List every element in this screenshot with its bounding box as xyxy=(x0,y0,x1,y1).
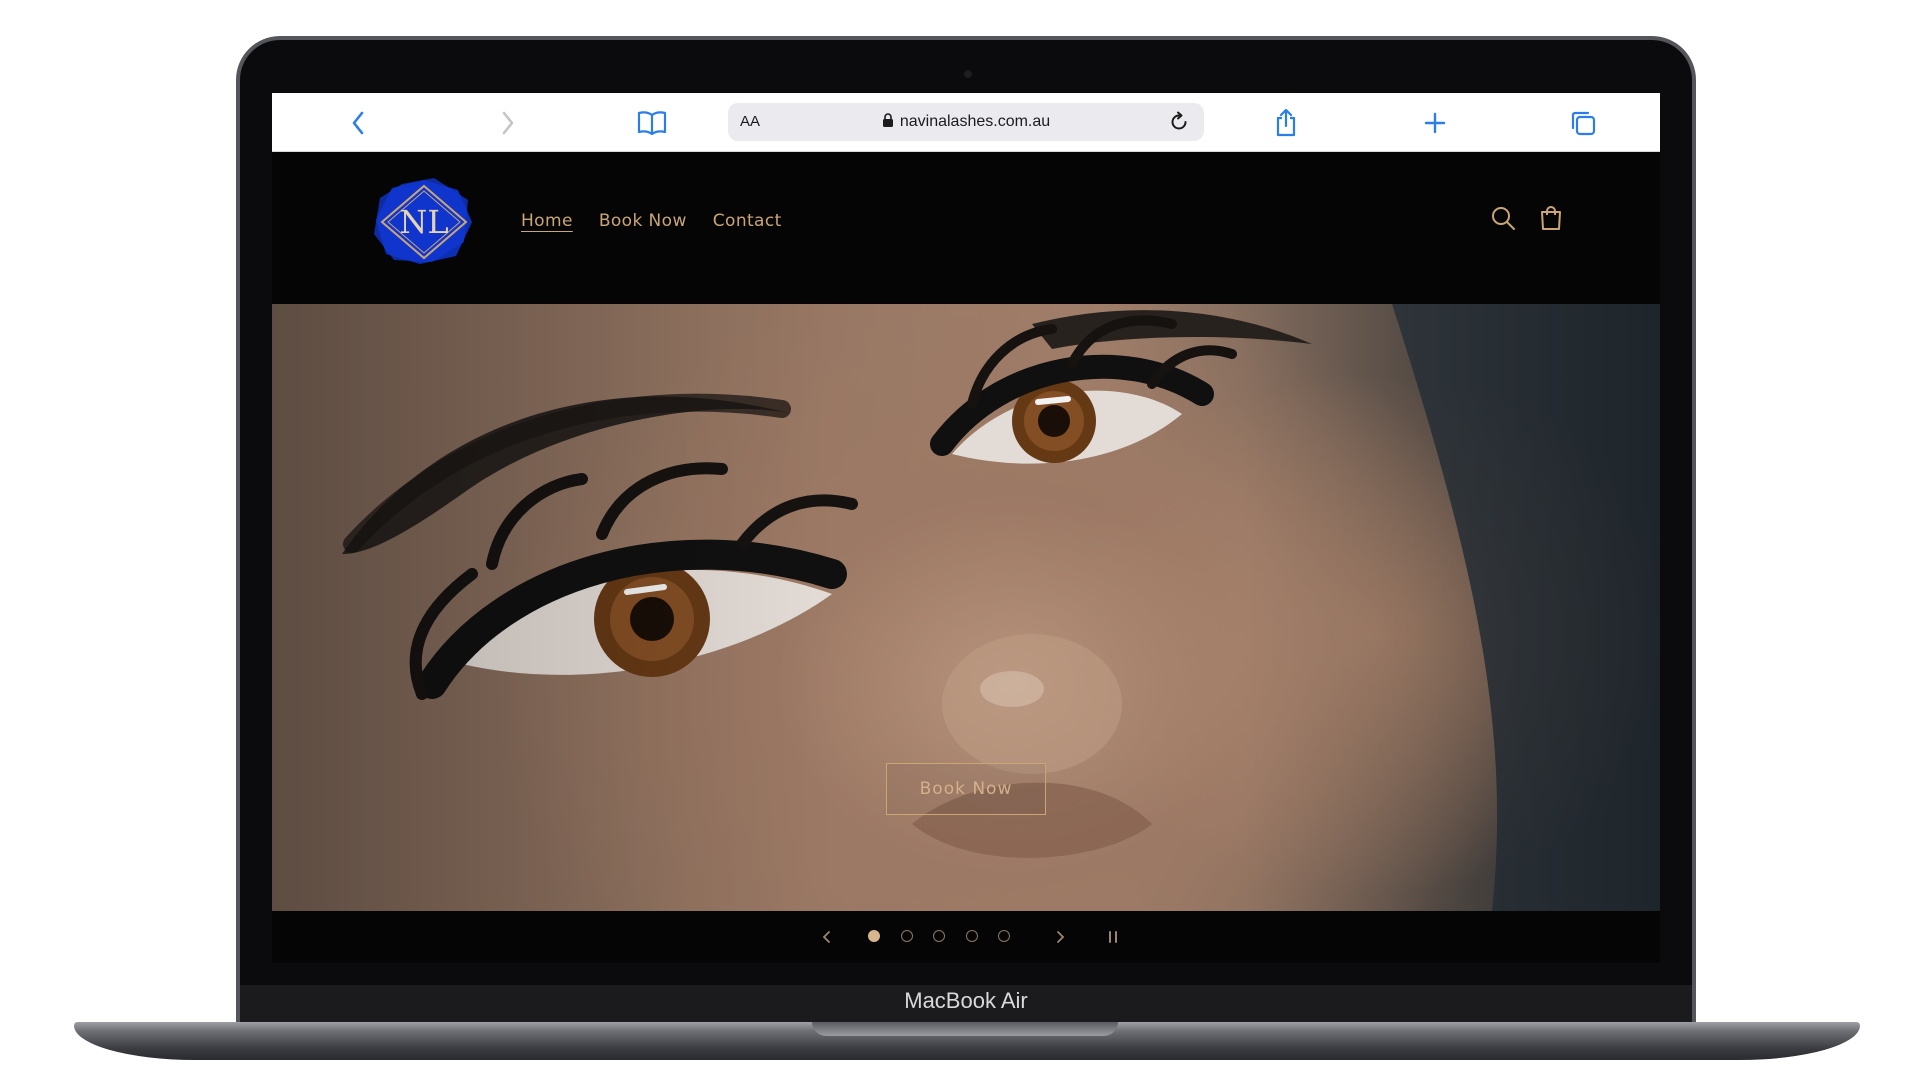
slide-dot-3[interactable] xyxy=(933,930,945,942)
hero-slideshow: Book Now xyxy=(272,304,1660,911)
book-icon xyxy=(637,111,667,136)
nav-contact[interactable]: Contact xyxy=(713,211,782,231)
logo-emblem: NL xyxy=(374,178,472,264)
tabs-overview-button[interactable] xyxy=(1567,107,1599,139)
cart-icon xyxy=(1541,206,1561,230)
new-tab-button[interactable] xyxy=(1419,107,1451,139)
chevron-right-icon xyxy=(502,111,514,135)
chevron-left-icon xyxy=(352,111,364,135)
search-icon xyxy=(1492,207,1515,230)
browser-screen: AA navinalashes.com.au NL Home Book Now … xyxy=(272,93,1660,963)
site-header: NL Home Book Now Contact xyxy=(272,152,1660,304)
next-slide-icon[interactable] xyxy=(1053,927,1067,947)
hero-book-now-button[interactable]: Book Now xyxy=(886,763,1046,815)
url-text: navinalashes.com.au xyxy=(899,113,1051,130)
back-button[interactable] xyxy=(342,107,374,139)
address-bar[interactable]: AA navinalashes.com.au xyxy=(728,103,1204,141)
device-stage: AA navinalashes.com.au NL Home Book Now … xyxy=(0,0,1920,1080)
bookmarks-button[interactable] xyxy=(636,107,668,139)
device-model-label: MacBook Air xyxy=(904,988,1028,1013)
hero-overlay xyxy=(272,304,1660,911)
share-icon xyxy=(1276,108,1296,137)
previous-slide-icon[interactable] xyxy=(820,927,834,947)
tabs-icon xyxy=(1571,111,1596,136)
slide-dot-1[interactable] xyxy=(868,930,880,942)
camera xyxy=(964,70,972,78)
slide-dot-2[interactable] xyxy=(901,930,913,942)
site-logo[interactable]: NL xyxy=(372,178,476,266)
slide-dot-5[interactable] xyxy=(998,930,1010,942)
lock-icon xyxy=(882,113,893,127)
plus-icon xyxy=(1424,112,1446,134)
reload-icon[interactable] xyxy=(1168,111,1190,133)
share-button[interactable] xyxy=(1270,107,1302,139)
forward-button[interactable] xyxy=(492,107,524,139)
pause-icon[interactable] xyxy=(1106,927,1120,947)
search-button[interactable] xyxy=(1487,202,1519,234)
cart-button[interactable] xyxy=(1535,202,1567,234)
nav-home[interactable]: Home xyxy=(521,211,573,231)
slide-dot-4[interactable] xyxy=(966,930,978,942)
nav-book-now[interactable]: Book Now xyxy=(599,211,687,231)
slideshow-controls xyxy=(272,911,1660,963)
url-display[interactable]: navinalashes.com.au xyxy=(728,113,1204,131)
browser-toolbar: AA navinalashes.com.au xyxy=(272,93,1660,152)
laptop-hinge-notch xyxy=(812,1022,1118,1036)
logo-text: NL xyxy=(399,203,448,241)
main-nav: Home Book Now Contact xyxy=(521,211,782,231)
